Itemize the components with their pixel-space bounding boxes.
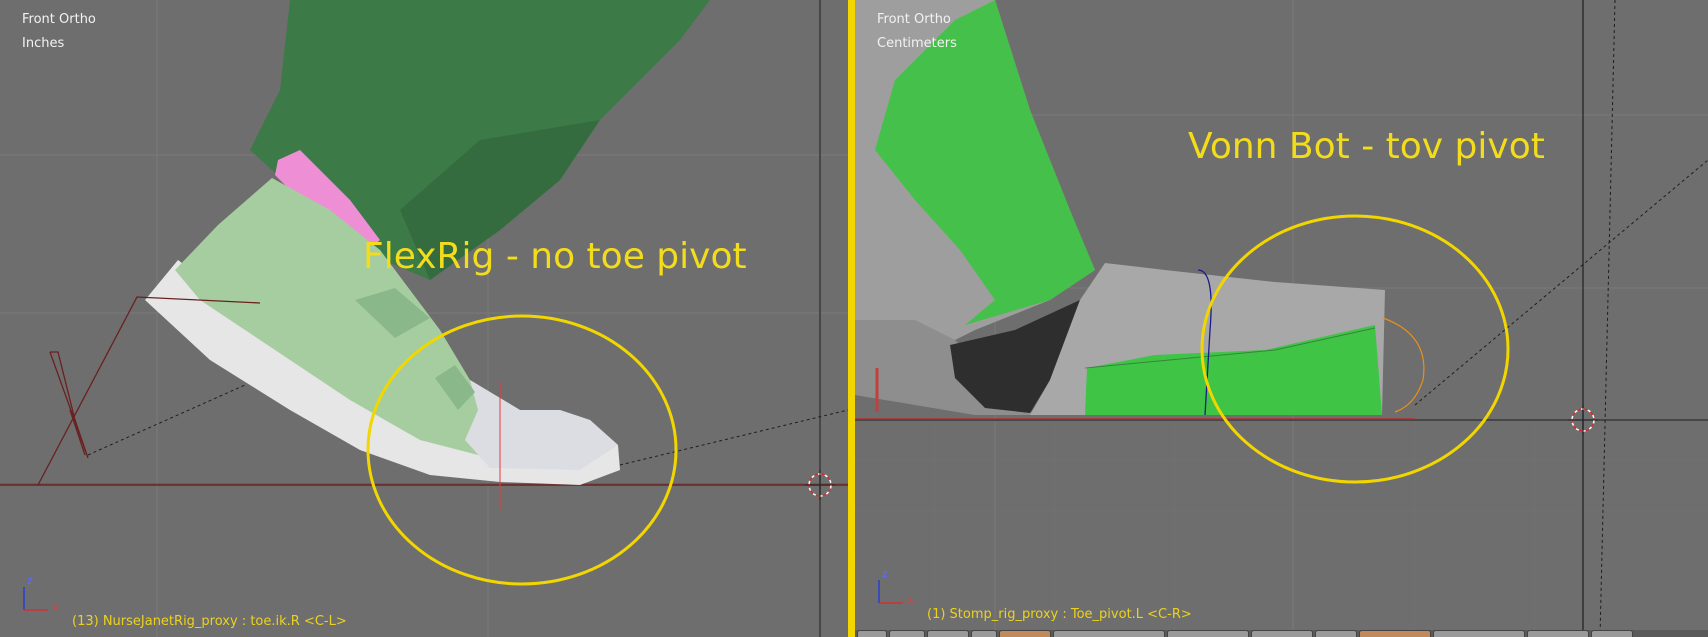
viewport-divider[interactable] <box>848 0 855 637</box>
axis-gizmo-icon <box>878 580 903 604</box>
strip-button[interactable] <box>1167 630 1249 637</box>
shoe-toe-cap <box>465 380 618 470</box>
strip-button[interactable] <box>971 630 997 637</box>
axis-x-label: x <box>52 600 59 613</box>
relationship-line <box>87 384 246 456</box>
strip-button[interactable] <box>1053 630 1165 637</box>
toe-pivot-arc <box>1382 317 1425 413</box>
units-label: Inches <box>22 36 65 51</box>
strip-button[interactable] <box>857 630 887 637</box>
strip-button[interactable] <box>1251 630 1313 637</box>
strip-button[interactable] <box>1315 630 1357 637</box>
strip-button[interactable] <box>1359 630 1431 637</box>
status-text: (1) Stomp_rig_proxy : Toe_pivot.L <C-R> <box>927 607 1192 622</box>
units-label: Centimeters <box>877 36 957 51</box>
axis-gizmo-icon <box>23 587 48 611</box>
strip-button[interactable] <box>927 630 969 637</box>
strip-button[interactable] <box>1527 630 1589 637</box>
axis-z-label: z <box>882 567 888 580</box>
right-viewport[interactable]: Front Ortho Centimeters Vonn Bot - tov p… <box>855 0 1708 637</box>
axis-z-label: z <box>27 574 33 587</box>
axis-x-label: x <box>907 593 914 606</box>
left-viewport[interactable]: Front Ortho Inches FlexRig - no toe pivo… <box>0 0 848 637</box>
status-text: (13) NurseJanetRig_proxy : toe.ik.R <C-L… <box>72 614 347 629</box>
3d-cursor-icon[interactable] <box>805 470 835 500</box>
3d-cursor-icon[interactable] <box>1568 405 1598 435</box>
strip-button[interactable] <box>1591 630 1633 637</box>
strip-button[interactable] <box>889 630 925 637</box>
annotation-text: FlexRig - no toe pivot <box>363 236 747 277</box>
left-viewport-scene <box>0 0 848 637</box>
strip-button[interactable] <box>999 630 1051 637</box>
right-viewport-scene <box>855 0 1708 637</box>
header-strip <box>855 630 1708 637</box>
view-label: Front Ortho <box>22 12 96 27</box>
strip-button[interactable] <box>1433 630 1525 637</box>
view-label: Front Ortho <box>877 12 951 27</box>
annotation-text: Vonn Bot - tov pivot <box>1188 126 1545 167</box>
relationship-line <box>1414 159 1708 406</box>
